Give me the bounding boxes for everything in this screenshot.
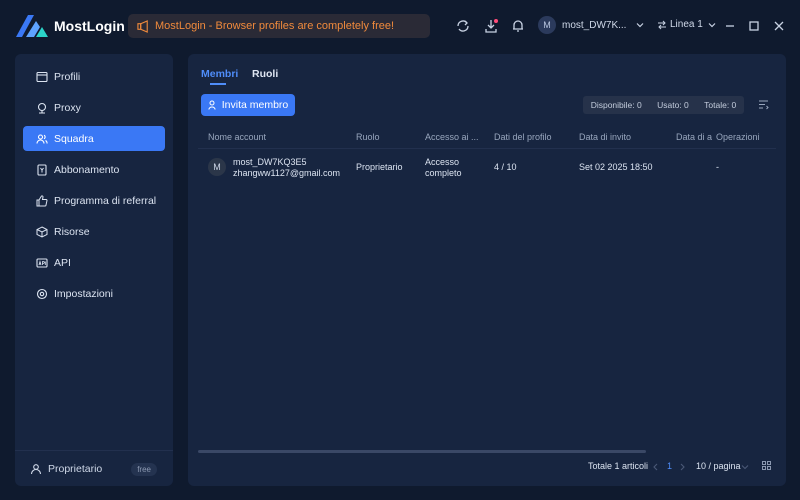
stat-total: Totale: 0: [704, 100, 737, 110]
avatar: M: [538, 16, 556, 34]
account-role-footer[interactable]: Proprietario free: [15, 450, 173, 486]
subscription-icon: [37, 163, 47, 176]
sidebar-item-label: Abbonamento: [54, 163, 120, 176]
account-name: most_DW7KQ3E5: [233, 157, 307, 167]
sidebar: Profili Proxy Squadra Abbonamento Progra…: [15, 54, 173, 486]
user-icon: [30, 463, 42, 474]
sidebar-item-referral[interactable]: Programma di referral: [23, 188, 165, 213]
user-name: most_DW7K...: [562, 19, 627, 31]
stat-used: Usato: 0: [657, 100, 689, 110]
chevron-down-icon: [708, 22, 716, 27]
sidebar-item-settings[interactable]: Impostazioni: [23, 281, 165, 306]
invite-member-button[interactable]: Invita membro: [201, 94, 295, 116]
cube-icon: [36, 225, 48, 238]
chevron-down-icon: [741, 465, 749, 470]
minimize-icon[interactable]: [724, 20, 736, 32]
bell-icon[interactable]: [511, 19, 525, 33]
main-panel: Membri Ruoli Invita membro Disponibile: …: [188, 54, 786, 486]
member-role: Proprietario: [356, 162, 403, 172]
sidebar-item-subscription[interactable]: Abbonamento: [23, 157, 165, 182]
sidebar-item-label: Programma di referral: [54, 194, 157, 207]
sidebar-item-proxy[interactable]: Proxy: [23, 95, 165, 120]
team-icon: [36, 133, 48, 144]
sidebar-item-team[interactable]: Squadra: [23, 126, 165, 151]
megaphone-icon: [137, 19, 148, 33]
column-header-access[interactable]: Accesso ai ...: [425, 132, 479, 142]
sidebar-item-profiles[interactable]: Profili: [23, 64, 165, 89]
announcement-text: MostLogin - Browser profiles are complet…: [155, 20, 395, 32]
close-icon[interactable]: [773, 20, 785, 32]
grid-view-icon[interactable]: [762, 461, 771, 470]
proxy-icon: [37, 102, 47, 114]
sidebar-item-label: Risorse: [54, 225, 90, 238]
thumbs-up-icon: [36, 194, 48, 206]
access-level-line2: completo: [425, 168, 462, 178]
column-header-profile-data[interactable]: Dati del profilo: [494, 132, 552, 142]
column-settings-icon[interactable]: [758, 99, 769, 110]
access-level-line1: Accesso: [425, 157, 460, 167]
profile-data: 4 / 10: [494, 162, 517, 172]
user-menu[interactable]: M most_DW7K...: [538, 16, 644, 34]
sidebar-item-label: Impostazioni: [54, 287, 113, 300]
tab-roles[interactable]: Ruoli: [252, 68, 278, 80]
settings-icon: [36, 288, 48, 299]
chevron-down-icon: [637, 23, 644, 28]
operations: -: [716, 162, 719, 172]
table-header-divider: [198, 148, 776, 149]
maximize-icon[interactable]: [748, 20, 760, 32]
api-icon: [36, 257, 48, 268]
add-user-icon: [208, 100, 216, 110]
column-header-role[interactable]: Ruolo: [356, 132, 380, 142]
chevron-left-icon[interactable]: [652, 463, 658, 471]
sidebar-item-api[interactable]: API: [23, 250, 165, 275]
sidebar-item-resources[interactable]: Risorse: [23, 219, 165, 244]
pagination-current-page[interactable]: 1: [667, 461, 672, 471]
horizontal-scrollbar[interactable]: [198, 450, 646, 453]
title-bar: MostLogin MostLogin - Browser profiles a…: [0, 0, 800, 52]
invite-member-label: Invita membro: [221, 99, 289, 111]
sidebar-item-label: Proxy: [54, 101, 81, 114]
tab-members[interactable]: Membri: [201, 68, 238, 80]
column-header-account[interactable]: Nome account: [208, 132, 266, 142]
sync-icon[interactable]: [456, 19, 470, 33]
sidebar-item-label: API: [54, 256, 71, 269]
app-logo: MostLogin: [14, 13, 125, 39]
announcement-banner[interactable]: MostLogin - Browser profiles are complet…: [128, 14, 430, 38]
sidebar-item-label: Squadra: [54, 132, 94, 145]
invite-date: Set 02 2025 18:50: [579, 162, 653, 172]
avatar: M: [208, 158, 226, 176]
plan-badge: free: [131, 463, 157, 476]
column-header-invite-date[interactable]: Data di invito: [579, 132, 631, 142]
sidebar-item-label: Profili: [54, 70, 81, 83]
app-name: MostLogin: [54, 18, 125, 34]
active-tab-indicator: [210, 83, 226, 85]
switch-icon: [658, 20, 666, 29]
stat-available: Disponibile: 0: [590, 100, 642, 110]
account-email: zhangww1127@gmail.com: [233, 168, 341, 178]
column-header-access-date[interactable]: Data di a: [676, 132, 712, 142]
mostlogin-logo-icon: [16, 15, 48, 37]
browser-window-icon: [36, 71, 48, 82]
column-header-operations: Operazioni: [716, 132, 760, 142]
page-size-select[interactable]: 10 / pagina: [696, 461, 741, 471]
line-selector[interactable]: Linea 1: [657, 19, 719, 30]
pagination-total: Totale 1 articoli: [588, 461, 649, 471]
member-stats: Disponibile: 0 Usato: 0 Totale: 0: [583, 96, 744, 114]
download-icon[interactable]: [484, 19, 498, 33]
role-label: Proprietario: [48, 462, 103, 475]
line-label: Linea 1: [670, 19, 703, 30]
chevron-right-icon[interactable]: [680, 463, 686, 471]
